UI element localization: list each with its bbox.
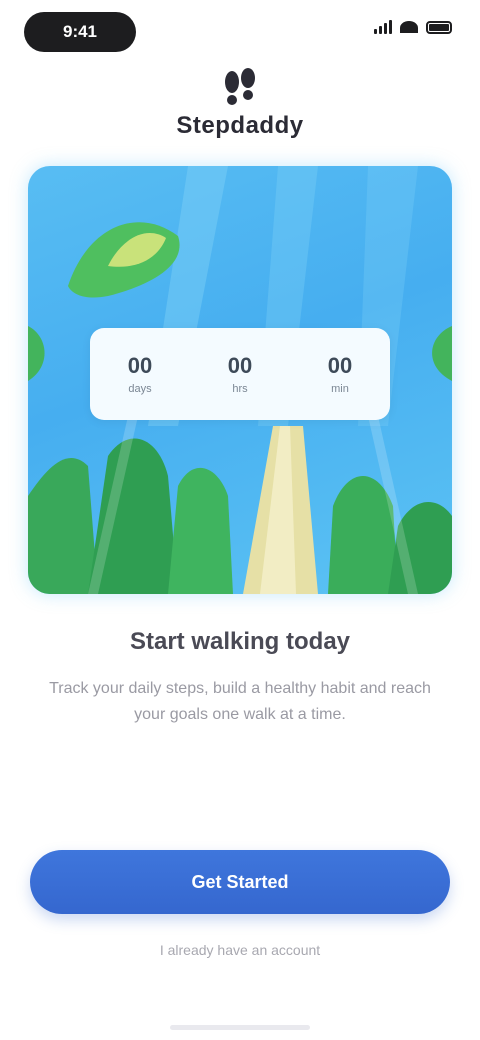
countdown-panel: 00 days 00 hrs 00 min	[90, 328, 390, 420]
counter-hours: 00 hrs	[228, 353, 252, 395]
battery-icon	[426, 20, 452, 34]
counter-minutes-unit: min	[331, 383, 349, 395]
onboarding-headline: Start walking today	[129, 628, 351, 655]
onboarding-description: Track your daily steps, build a healthy …	[49, 680, 431, 723]
counter-days-unit: days	[128, 383, 152, 395]
counter-days-value: 00	[127, 353, 153, 378]
counter-hours-unit: hrs	[232, 383, 248, 395]
counter-hours-value: 00	[227, 353, 253, 378]
status-time: 9:41	[24, 12, 136, 52]
get-started-button[interactable]: Get Started	[30, 850, 450, 914]
status-bar: 9:41	[0, 0, 480, 64]
wifi-icon	[400, 21, 418, 33]
onboarding-screen: 9:41 Stepdaddy 00 days 00 hrs 00 min Sta…	[0, 0, 480, 1040]
home-indicator[interactable]	[170, 1025, 310, 1030]
footprint-logo-icon	[225, 68, 255, 105]
status-icons	[374, 20, 452, 34]
counter-minutes: 00 min	[328, 353, 352, 395]
brand-name: Stepdaddy	[176, 112, 304, 139]
signal-icon	[374, 20, 392, 34]
counter-minutes-value: 00	[327, 353, 353, 378]
hero-illustration: 00 days 00 hrs 00 min	[28, 166, 452, 594]
sign-in-link[interactable]: I already have an account	[0, 942, 480, 958]
counter-days: 00 days	[128, 353, 152, 395]
